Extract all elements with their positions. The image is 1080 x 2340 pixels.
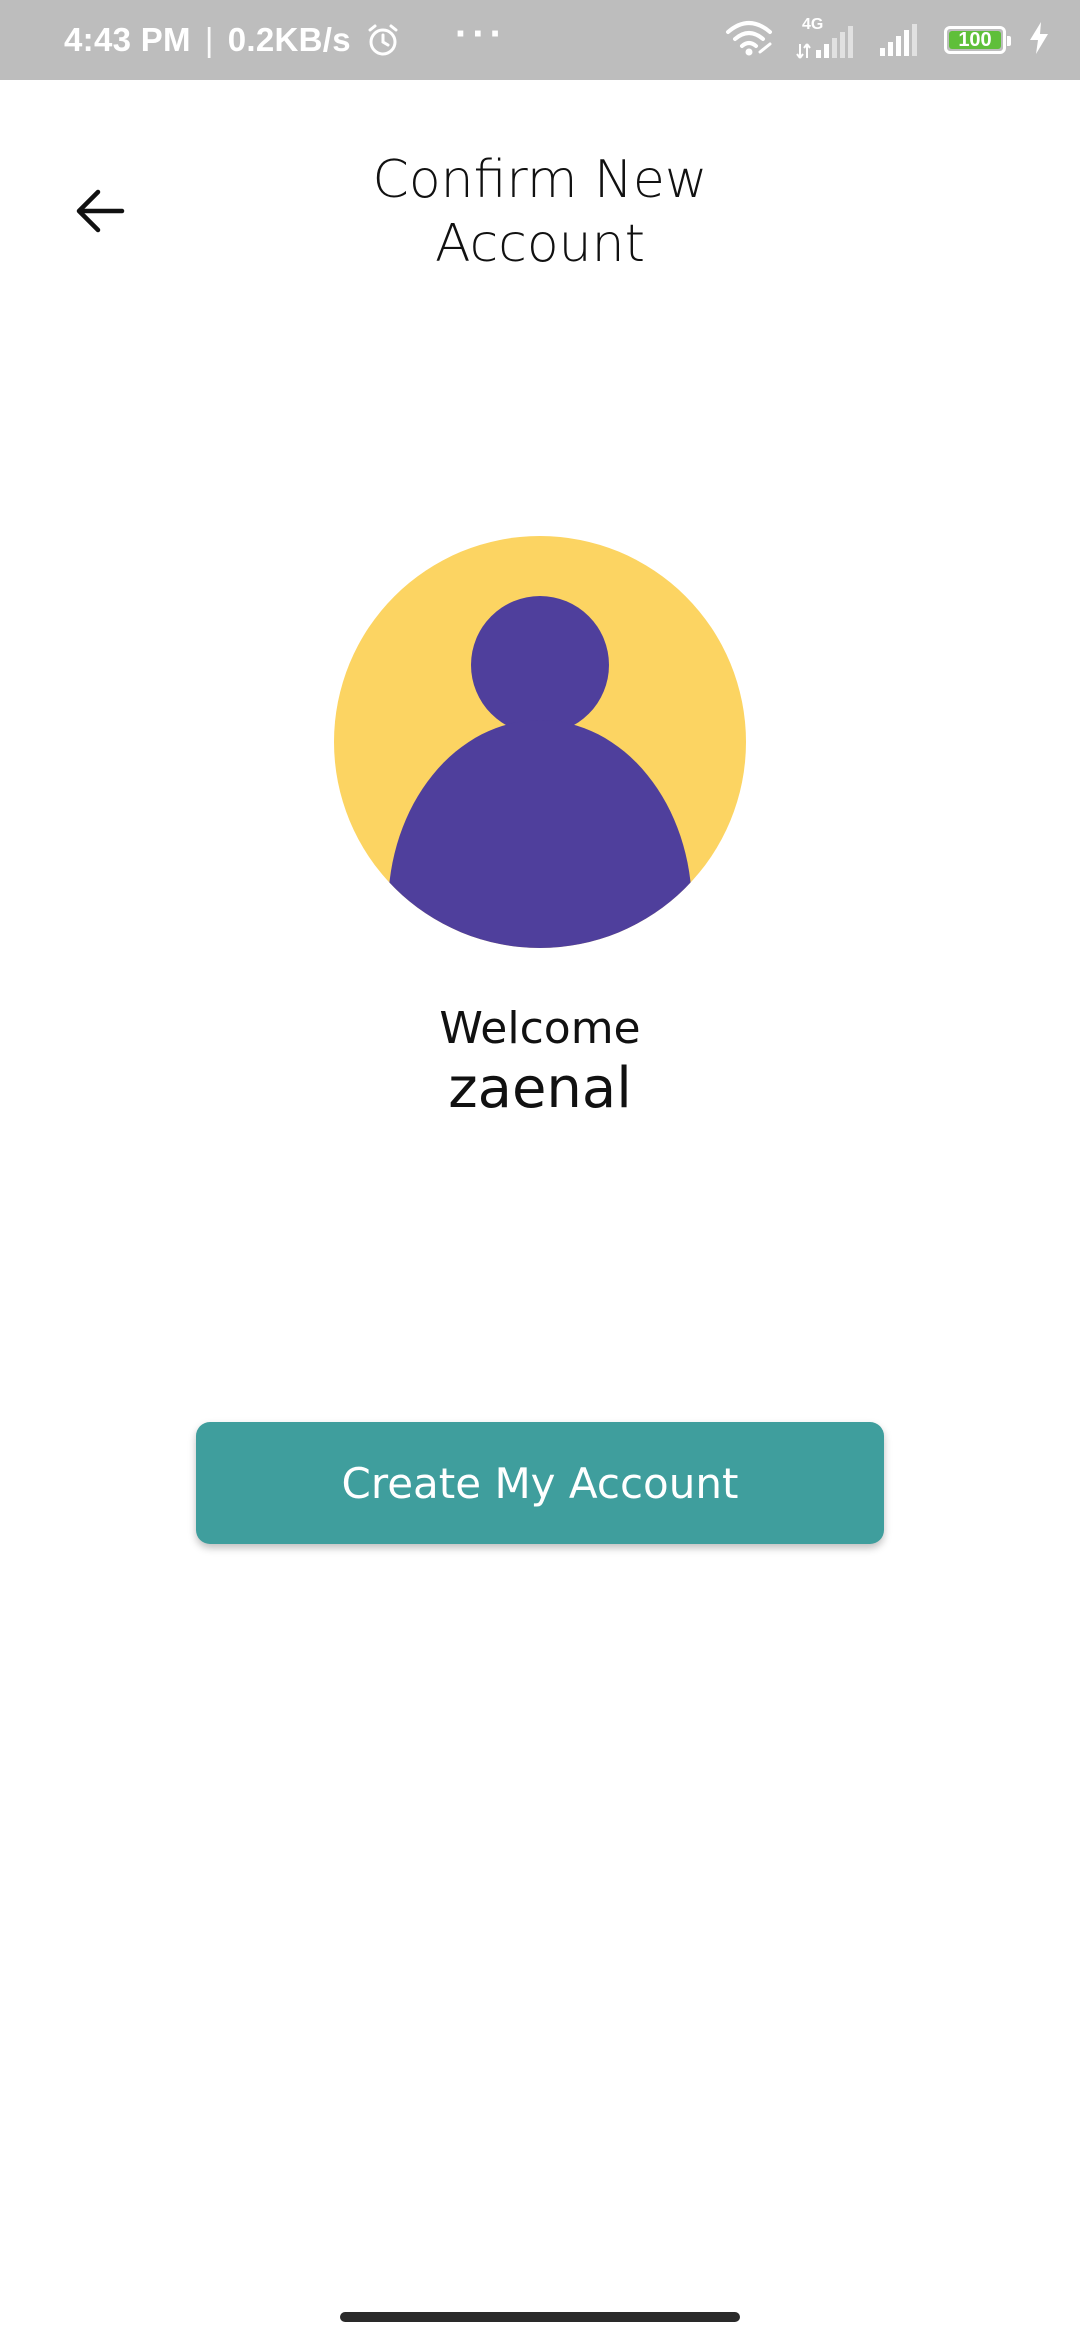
status-left: 4:43 PM | 0.2KB/s ··· xyxy=(64,0,507,80)
user-avatar-icon xyxy=(334,536,746,948)
signal-icon xyxy=(878,18,922,63)
arrow-left-icon xyxy=(74,188,126,239)
username: zaenal xyxy=(448,1056,632,1121)
create-account-button[interactable]: Create My Account xyxy=(196,1422,884,1544)
welcome-label: Welcome xyxy=(439,1003,641,1054)
battery-level: 100 xyxy=(958,29,992,51)
alarm-icon xyxy=(365,22,401,58)
wifi-icon xyxy=(724,18,774,63)
back-button[interactable] xyxy=(62,175,138,251)
battery-icon: 100 xyxy=(944,26,1011,54)
charging-icon xyxy=(1028,21,1050,60)
page-title: Confirm New Account xyxy=(372,150,708,274)
status-net-speed: 0.2KB/s xyxy=(227,21,351,58)
status-bar: 4:43 PM | 0.2KB/s ··· 4G 100 xyxy=(0,0,1080,80)
more-notifications-icon: ··· xyxy=(454,12,507,56)
status-separator: | xyxy=(204,21,214,58)
status-time: 4:43 PM xyxy=(64,21,191,58)
status-right: 4G 100 xyxy=(724,0,1050,80)
home-indicator[interactable] xyxy=(340,2312,740,2322)
signal-4g-icon: 4G xyxy=(796,16,856,62)
